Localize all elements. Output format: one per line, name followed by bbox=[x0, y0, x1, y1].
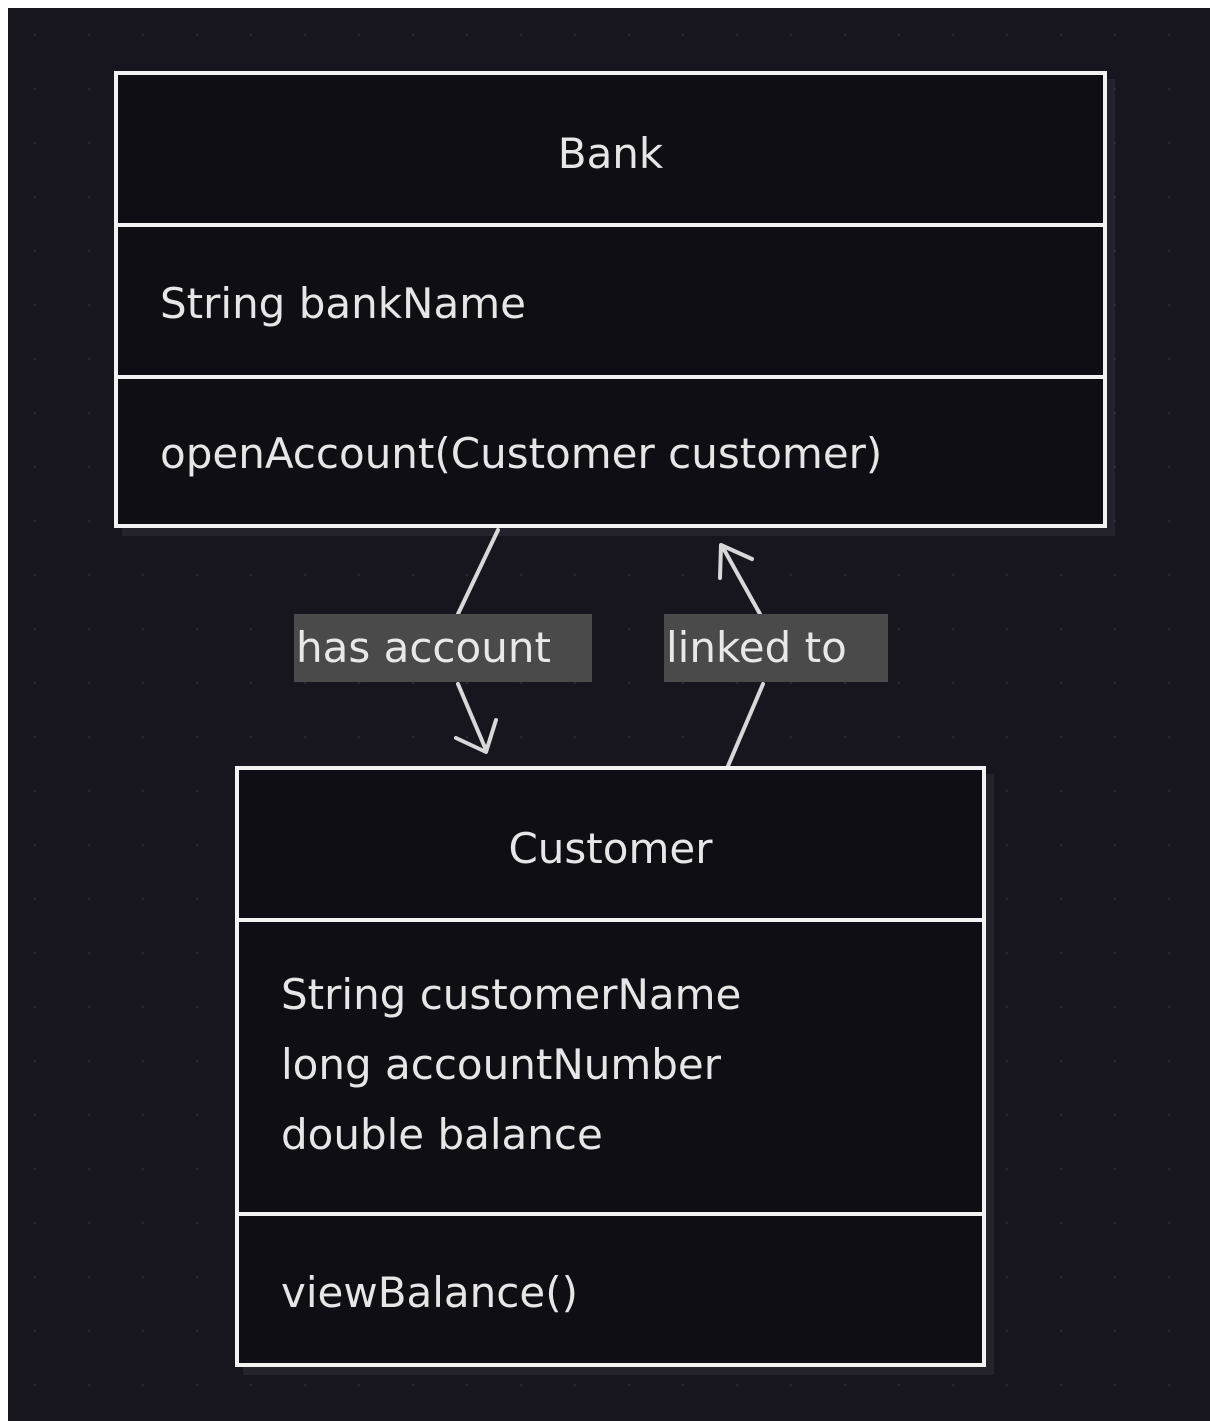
method: openAccount(Customer customer) bbox=[160, 429, 883, 478]
class-name: Bank bbox=[557, 129, 664, 178]
attribute: String bankName bbox=[160, 279, 526, 328]
class-bank-methods: openAccount(Customer customer) bbox=[118, 379, 1103, 524]
class-bank-header: Bank bbox=[118, 75, 1103, 225]
method: viewBalance() bbox=[281, 1268, 578, 1317]
class-customer[interactable]: Customer String customerName long accoun… bbox=[235, 766, 986, 1367]
attribute: double balance bbox=[281, 1110, 603, 1159]
class-bank-attributes: String bankName bbox=[118, 227, 1103, 375]
attribute: long accountNumber bbox=[281, 1040, 722, 1089]
edge-label-has-account[interactable]: has account bbox=[294, 614, 592, 682]
attribute: String customerName bbox=[281, 970, 742, 1019]
diagram-canvas: Bank String bankName openAccount(Custome… bbox=[8, 8, 1210, 1421]
class-customer-header: Customer bbox=[239, 770, 982, 920]
class-bank[interactable]: Bank String bankName openAccount(Custome… bbox=[114, 71, 1107, 528]
class-customer-methods: viewBalance() bbox=[239, 1216, 982, 1363]
edge-label-linked-to[interactable]: linked to bbox=[664, 614, 888, 682]
class-customer-attributes: String customerName long accountNumber d… bbox=[239, 922, 982, 1212]
class-name: Customer bbox=[508, 824, 713, 873]
